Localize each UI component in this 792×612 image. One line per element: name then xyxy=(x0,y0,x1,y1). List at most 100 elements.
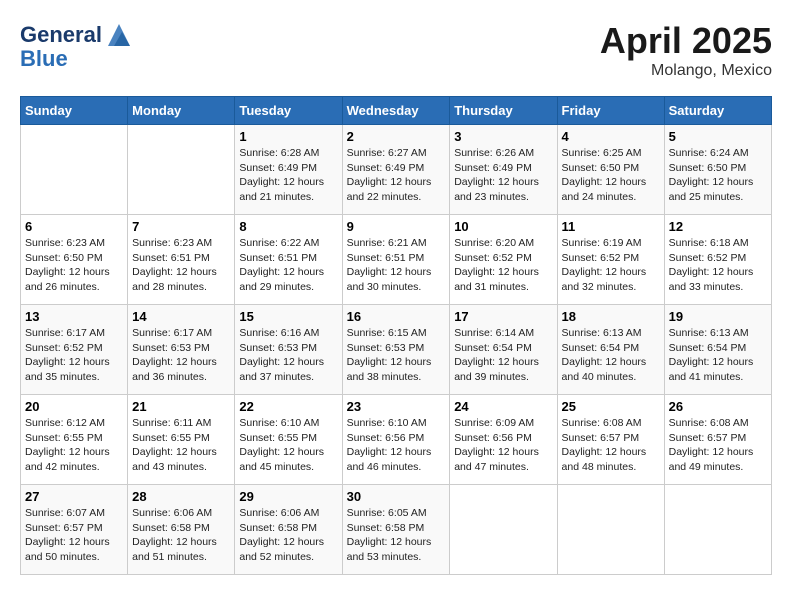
day-number: 8 xyxy=(239,219,337,234)
day-number: 29 xyxy=(239,489,337,504)
day-info: Sunrise: 6:13 AM Sunset: 6:54 PM Dayligh… xyxy=(669,326,767,385)
day-number: 19 xyxy=(669,309,767,324)
weekday-header-saturday: Saturday xyxy=(664,97,771,125)
day-info: Sunrise: 6:21 AM Sunset: 6:51 PM Dayligh… xyxy=(347,236,446,295)
day-number: 27 xyxy=(25,489,123,504)
calendar-cell: 8 Sunrise: 6:22 AM Sunset: 6:51 PM Daylig… xyxy=(235,215,342,305)
day-info: Sunrise: 6:27 AM Sunset: 6:49 PM Dayligh… xyxy=(347,146,446,205)
day-number: 25 xyxy=(562,399,660,414)
calendar-cell xyxy=(128,125,235,215)
day-info: Sunrise: 6:14 AM Sunset: 6:54 PM Dayligh… xyxy=(454,326,552,385)
header-row: SundayMondayTuesdayWednesdayThursdayFrid… xyxy=(21,97,772,125)
day-info: Sunrise: 6:07 AM Sunset: 6:57 PM Dayligh… xyxy=(25,506,123,565)
location: Molango, Mexico xyxy=(600,62,772,80)
calendar-cell xyxy=(557,485,664,575)
calendar-cell: 3 Sunrise: 6:26 AM Sunset: 6:49 PM Daylig… xyxy=(450,125,557,215)
day-number: 7 xyxy=(132,219,230,234)
calendar-table: SundayMondayTuesdayWednesdayThursdayFrid… xyxy=(20,96,772,575)
day-number: 21 xyxy=(132,399,230,414)
calendar-cell: 29 Sunrise: 6:06 AM Sunset: 6:58 PM Dayli… xyxy=(235,485,342,575)
calendar-cell: 21 Sunrise: 6:11 AM Sunset: 6:55 PM Dayli… xyxy=(128,395,235,485)
calendar-cell: 9 Sunrise: 6:21 AM Sunset: 6:51 PM Daylig… xyxy=(342,215,450,305)
day-number: 6 xyxy=(25,219,123,234)
logo-text: General xyxy=(20,24,102,46)
calendar-cell: 14 Sunrise: 6:17 AM Sunset: 6:53 PM Dayli… xyxy=(128,305,235,395)
day-number: 24 xyxy=(454,399,552,414)
calendar-cell: 6 Sunrise: 6:23 AM Sunset: 6:50 PM Daylig… xyxy=(21,215,128,305)
calendar-week-4: 27 Sunrise: 6:07 AM Sunset: 6:57 PM Dayli… xyxy=(21,485,772,575)
day-number: 15 xyxy=(239,309,337,324)
calendar-cell: 26Sunrise: 6:08 AM Sunset: 6:57 PM Dayli… xyxy=(664,395,771,485)
calendar-cell: 25 Sunrise: 6:08 AM Sunset: 6:57 PM Dayli… xyxy=(557,395,664,485)
day-number: 22 xyxy=(239,399,337,414)
calendar-cell xyxy=(664,485,771,575)
weekday-header-wednesday: Wednesday xyxy=(342,97,450,125)
calendar-cell: 11Sunrise: 6:19 AM Sunset: 6:52 PM Dayli… xyxy=(557,215,664,305)
day-info: Sunrise: 6:10 AM Sunset: 6:56 PM Dayligh… xyxy=(347,416,446,475)
day-info: Sunrise: 6:23 AM Sunset: 6:50 PM Dayligh… xyxy=(25,236,123,295)
day-info: Sunrise: 6:24 AM Sunset: 6:50 PM Dayligh… xyxy=(669,146,767,205)
day-info: Sunrise: 6:13 AM Sunset: 6:54 PM Dayligh… xyxy=(562,326,660,385)
day-info: Sunrise: 6:20 AM Sunset: 6:52 PM Dayligh… xyxy=(454,236,552,295)
calendar-cell: 20 Sunrise: 6:12 AM Sunset: 6:55 PM Dayli… xyxy=(21,395,128,485)
day-info: Sunrise: 6:17 AM Sunset: 6:52 PM Dayligh… xyxy=(25,326,123,385)
day-info: Sunrise: 6:17 AM Sunset: 6:53 PM Dayligh… xyxy=(132,326,230,385)
day-info: Sunrise: 6:18 AM Sunset: 6:52 PM Dayligh… xyxy=(669,236,767,295)
day-info: Sunrise: 6:06 AM Sunset: 6:58 PM Dayligh… xyxy=(239,506,337,565)
day-number: 9 xyxy=(347,219,446,234)
day-number: 13 xyxy=(25,309,123,324)
day-info: Sunrise: 6:26 AM Sunset: 6:49 PM Dayligh… xyxy=(454,146,552,205)
calendar-week-2: 13 Sunrise: 6:17 AM Sunset: 6:52 PM Dayli… xyxy=(21,305,772,395)
day-info: Sunrise: 6:28 AM Sunset: 6:49 PM Dayligh… xyxy=(239,146,337,205)
day-number: 28 xyxy=(132,489,230,504)
title-block: April 2025 Molango, Mexico xyxy=(600,20,772,80)
day-info: Sunrise: 6:08 AM Sunset: 6:57 PM Dayligh… xyxy=(562,416,660,475)
calendar-cell: 24Sunrise: 6:09 AM Sunset: 6:56 PM Dayli… xyxy=(450,395,557,485)
day-info: Sunrise: 6:08 AM Sunset: 6:57 PM Dayligh… xyxy=(669,416,767,475)
calendar-cell: 28Sunrise: 6:06 AM Sunset: 6:58 PM Dayli… xyxy=(128,485,235,575)
day-number: 4 xyxy=(562,129,660,144)
calendar-week-0: 1 Sunrise: 6:28 AM Sunset: 6:49 PM Daylig… xyxy=(21,125,772,215)
day-number: 1 xyxy=(239,129,337,144)
calendar-cell: 16Sunrise: 6:15 AM Sunset: 6:53 PM Dayli… xyxy=(342,305,450,395)
month-title: April 2025 xyxy=(600,20,772,62)
day-number: 14 xyxy=(132,309,230,324)
day-info: Sunrise: 6:10 AM Sunset: 6:55 PM Dayligh… xyxy=(239,416,337,475)
day-number: 2 xyxy=(347,129,446,144)
calendar-cell: 2 Sunrise: 6:27 AM Sunset: 6:49 PM Daylig… xyxy=(342,125,450,215)
calendar-cell xyxy=(21,125,128,215)
day-number: 3 xyxy=(454,129,552,144)
calendar-cell: 15 Sunrise: 6:16 AM Sunset: 6:53 PM Dayli… xyxy=(235,305,342,395)
day-number: 18 xyxy=(562,309,660,324)
logo-icon xyxy=(104,20,134,50)
weekday-header-monday: Monday xyxy=(128,97,235,125)
calendar-week-1: 6 Sunrise: 6:23 AM Sunset: 6:50 PM Daylig… xyxy=(21,215,772,305)
day-number: 17 xyxy=(454,309,552,324)
day-number: 5 xyxy=(669,129,767,144)
calendar-cell: 5 Sunrise: 6:24 AM Sunset: 6:50 PM Daylig… xyxy=(664,125,771,215)
day-info: Sunrise: 6:22 AM Sunset: 6:51 PM Dayligh… xyxy=(239,236,337,295)
calendar-cell: 18 Sunrise: 6:13 AM Sunset: 6:54 PM Dayli… xyxy=(557,305,664,395)
day-number: 30 xyxy=(347,489,446,504)
calendar-cell: 4Sunrise: 6:25 AM Sunset: 6:50 PM Daylig… xyxy=(557,125,664,215)
day-number: 10 xyxy=(454,219,552,234)
logo: General Blue xyxy=(20,20,134,72)
day-info: Sunrise: 6:16 AM Sunset: 6:53 PM Dayligh… xyxy=(239,326,337,385)
calendar-week-3: 20 Sunrise: 6:12 AM Sunset: 6:55 PM Dayli… xyxy=(21,395,772,485)
weekday-header-tuesday: Tuesday xyxy=(235,97,342,125)
day-info: Sunrise: 6:05 AM Sunset: 6:58 PM Dayligh… xyxy=(347,506,446,565)
day-info: Sunrise: 6:15 AM Sunset: 6:53 PM Dayligh… xyxy=(347,326,446,385)
calendar-cell: 19 Sunrise: 6:13 AM Sunset: 6:54 PM Dayli… xyxy=(664,305,771,395)
day-info: Sunrise: 6:12 AM Sunset: 6:55 PM Dayligh… xyxy=(25,416,123,475)
calendar-cell xyxy=(450,485,557,575)
day-number: 12 xyxy=(669,219,767,234)
day-number: 20 xyxy=(25,399,123,414)
weekday-header-sunday: Sunday xyxy=(21,97,128,125)
calendar-cell: 22 Sunrise: 6:10 AM Sunset: 6:55 PM Dayli… xyxy=(235,395,342,485)
day-info: Sunrise: 6:23 AM Sunset: 6:51 PM Dayligh… xyxy=(132,236,230,295)
calendar-cell: 27 Sunrise: 6:07 AM Sunset: 6:57 PM Dayli… xyxy=(21,485,128,575)
day-info: Sunrise: 6:11 AM Sunset: 6:55 PM Dayligh… xyxy=(132,416,230,475)
calendar-cell: 7 Sunrise: 6:23 AM Sunset: 6:51 PM Daylig… xyxy=(128,215,235,305)
calendar-cell: 30 Sunrise: 6:05 AM Sunset: 6:58 PM Dayli… xyxy=(342,485,450,575)
day-info: Sunrise: 6:19 AM Sunset: 6:52 PM Dayligh… xyxy=(562,236,660,295)
